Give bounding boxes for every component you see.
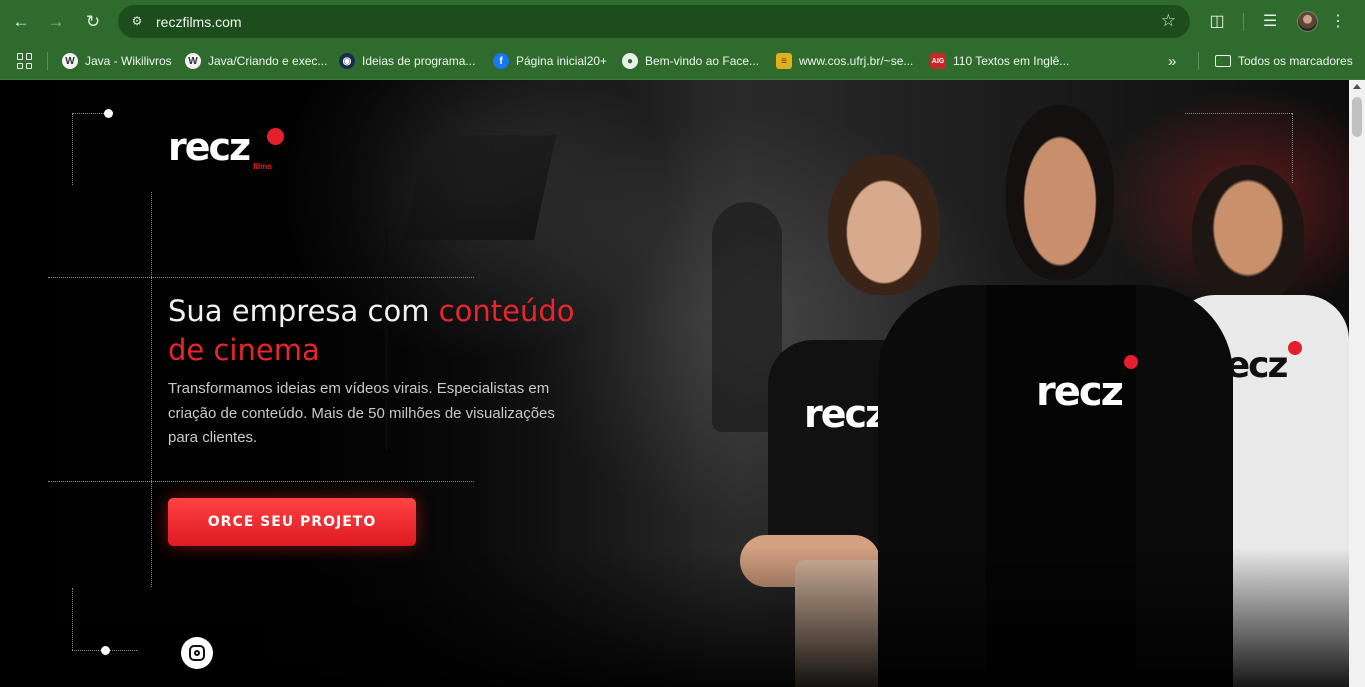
shirt-logo-dot [1288, 341, 1302, 355]
frame-line [48, 277, 474, 278]
frame-line [151, 192, 152, 587]
bookmark-label: www.cos.ufrj.br/~se... [799, 54, 914, 68]
bookmarks-bar: W Java - Wikilivros W Java/Criando e exe… [0, 43, 1365, 80]
extensions-icon[interactable]: ◫ [1205, 10, 1229, 34]
more-bookmarks-chevron-icon[interactable]: » [1168, 51, 1176, 71]
bookmark-ideias-programacao[interactable]: ◉ Ideias de programa... [339, 51, 475, 71]
quote-project-button[interactable]: ORCE SEU PROJETO [168, 498, 416, 546]
frame-line [1185, 113, 1292, 114]
hero-description: Transformamos ideias em vídeos virais. E… [168, 380, 555, 446]
instagram-icon[interactable] [181, 637, 213, 669]
bookmark-label: Java/Criando e exec... [208, 54, 328, 68]
wikibooks-icon: W [62, 53, 78, 69]
facebook-icon: f [493, 53, 509, 69]
hero-headline: Sua empresa com conteúdo de cinema [168, 292, 598, 370]
reload-icon[interactable]: ↻ [80, 9, 106, 35]
browser-toolbar: ← → ↻ ⚙ reczfilms.com ☆ ◫ ☰ ⋮ [0, 0, 1365, 43]
forward-icon[interactable]: → [43, 9, 69, 35]
frame-line [1292, 113, 1293, 183]
site-info-icon[interactable]: ⚙ [127, 11, 147, 31]
bookmark-pagina-inicial[interactable]: f Página inicial20+ [493, 51, 607, 71]
url-text[interactable]: reczfilms.com [156, 14, 242, 30]
menu-kebab-icon[interactable]: ⋮ [1326, 10, 1350, 34]
bookmark-java-wikilivros[interactable]: W Java - Wikilivros [62, 51, 172, 71]
scroll-thumb[interactable] [1352, 97, 1362, 137]
recz-films-logo[interactable]: recz films [168, 125, 288, 173]
folder-doc-icon: ≡ [776, 53, 792, 69]
instagram-glyph [189, 645, 205, 661]
media-control-icon[interactable]: ☰ [1258, 10, 1282, 34]
logo-dot [267, 128, 284, 145]
shirt-logo: recz [1036, 369, 1124, 415]
address-bar[interactable]: ⚙ reczfilms.com ☆ [118, 5, 1190, 38]
aig-icon: AIG [930, 53, 946, 69]
bookmark-label: Java - Wikilivros [85, 54, 172, 68]
bookmark-label: Página inicial20+ [516, 54, 608, 68]
logo-text: recz [168, 125, 251, 169]
all-bookmarks-label: Todos os marcadores [1238, 54, 1353, 68]
shirt-logo: recz [804, 392, 887, 436]
back-icon[interactable]: ← [8, 9, 34, 35]
profile-avatar[interactable] [1297, 11, 1318, 32]
wikibooks-icon: W [185, 53, 201, 69]
frame-knob [104, 109, 113, 118]
globe-icon: ● [622, 53, 638, 69]
bookmark-java-criando[interactable]: W Java/Criando e exec... [185, 51, 327, 71]
apps-grid-icon[interactable] [17, 53, 33, 69]
bookmark-cos-ufrj[interactable]: ≡ www.cos.ufrj.br/~se... [776, 51, 913, 71]
folder-icon [1215, 55, 1231, 67]
all-bookmarks-folder[interactable]: Todos os marcadores [1215, 51, 1353, 71]
headline-plain: Sua empresa com [168, 294, 439, 328]
toolbar-divider [1243, 13, 1244, 31]
site-icon: ◉ [339, 53, 355, 69]
bookmark-bem-vindo-facebook[interactable]: ● Bem-vindo ao Face... [622, 51, 759, 71]
frame-knob [101, 646, 110, 655]
bookmarks-divider [1198, 52, 1199, 70]
bookmarks-divider [47, 52, 48, 70]
page-scrollbar[interactable] [1349, 80, 1365, 687]
bookmark-star-icon[interactable]: ☆ [1161, 11, 1176, 31]
hero-section: recz recz recz recz films Sua empresa co… [0, 80, 1349, 687]
bookmark-label: Ideias de programa... [362, 54, 476, 68]
scroll-up-arrow-icon[interactable] [1353, 84, 1361, 89]
logo-sub: films [253, 162, 272, 171]
frame-line [48, 481, 474, 482]
bookmark-label: Bem-vindo ao Face... [645, 54, 760, 68]
frame-line [72, 588, 73, 650]
frame-line [72, 113, 73, 185]
man-center-head [1006, 105, 1114, 280]
bookmark-label: 110 Textos em Inglê... [953, 54, 1070, 68]
bookmark-110-textos[interactable]: AIG 110 Textos em Inglê... [930, 51, 1069, 71]
shirt-logo-dot [1124, 355, 1138, 369]
